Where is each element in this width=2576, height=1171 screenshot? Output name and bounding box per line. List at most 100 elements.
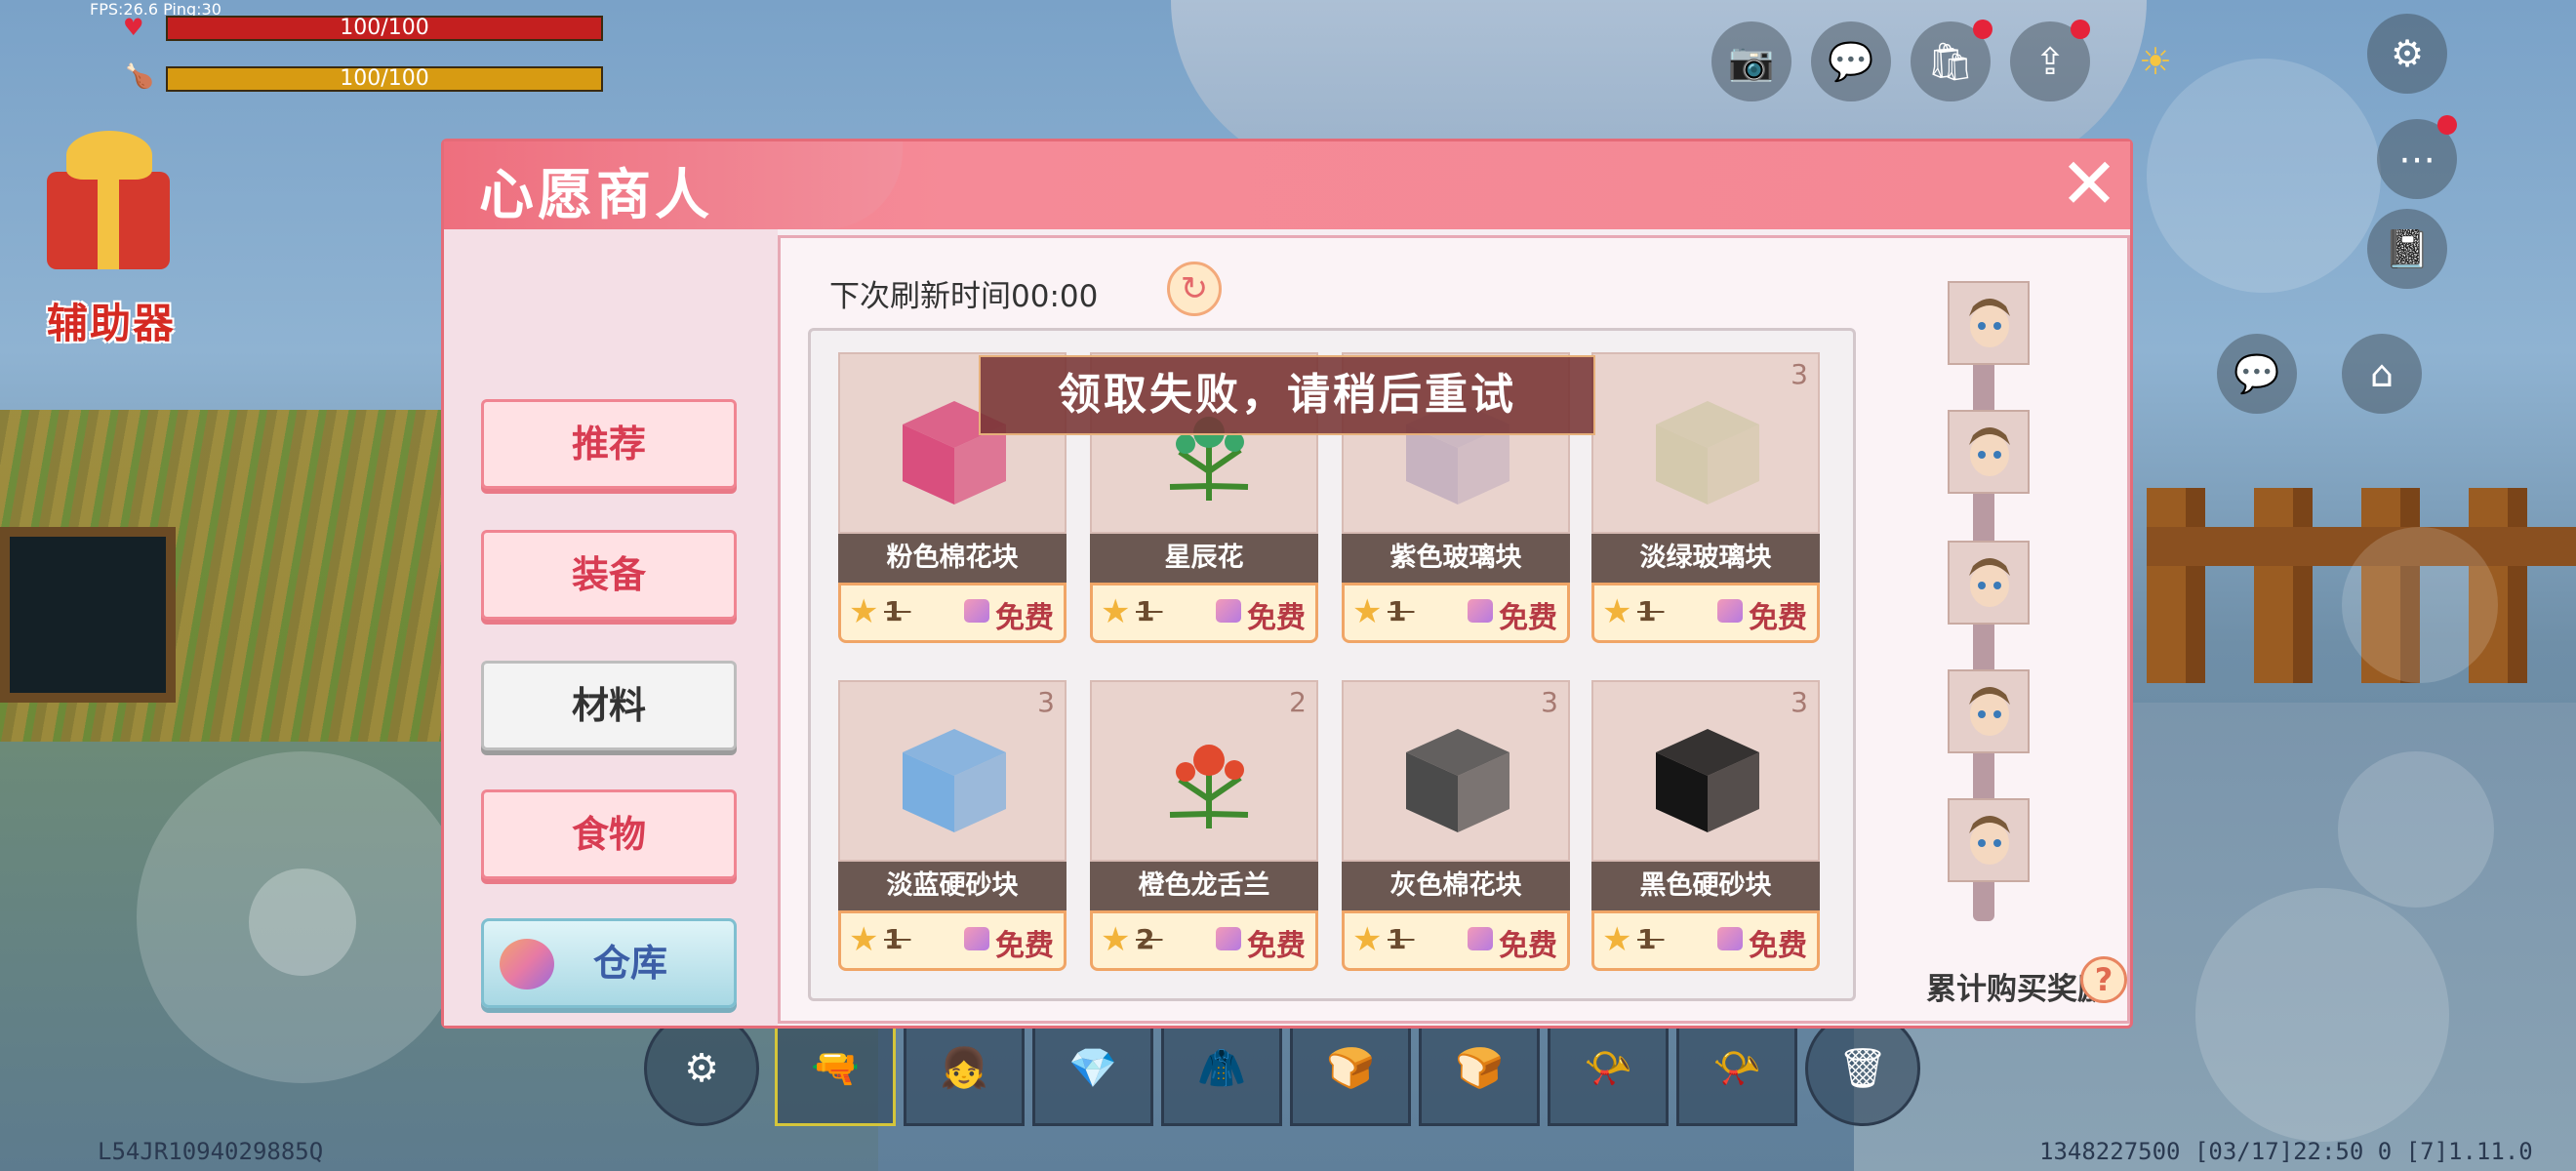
close-icon[interactable]: ✕ xyxy=(2054,148,2124,220)
free-label: 免费 xyxy=(995,601,1054,635)
camera-icon[interactable]: 📷 xyxy=(1711,21,1791,101)
ticket-icon xyxy=(964,599,989,623)
item-image: 3 xyxy=(1342,680,1570,862)
joystick-knob[interactable] xyxy=(249,868,356,976)
item-name: 粉色棉花块 xyxy=(838,534,1067,583)
shop-item-card[interactable]: 3 黑色硬砂块 ★ 1 免费 xyxy=(1591,680,1820,973)
star-icon: ★ xyxy=(849,920,879,959)
ticket-icon xyxy=(964,927,989,950)
block-icon xyxy=(1406,729,1509,832)
item-name: 橙色龙舌兰 xyxy=(1090,862,1318,910)
skull-action-icon[interactable] xyxy=(2338,751,2494,908)
message-icon[interactable]: 💬 xyxy=(2217,334,2297,414)
item-name: 淡蓝硬砂块 xyxy=(838,862,1067,910)
help-icon[interactable]: ? xyxy=(2080,956,2127,1003)
tab-equipment[interactable]: 装备 xyxy=(481,530,737,620)
price-button[interactable]: ★ 1 免费 xyxy=(1591,583,1820,643)
wish-merchant-dialog: 心愿商人 ✕ 推荐 装备 材料 食物 仓库 下次刷新时间00:00 ↻ 粉色棉花… xyxy=(441,139,2133,1029)
tab-recommended[interactable]: 推荐 xyxy=(481,399,737,489)
refresh-icon[interactable]: ↻ xyxy=(1167,262,1222,316)
player-id: L54JR1094029885Q xyxy=(98,1138,324,1165)
price-button[interactable]: ★ 1 免费 xyxy=(1090,583,1318,643)
warehouse-label: 仓库 xyxy=(593,942,668,985)
item-image: 3 xyxy=(1591,352,1820,534)
warehouse-button[interactable]: 仓库 xyxy=(481,918,737,1008)
item-stock-count: 3 xyxy=(1541,686,1558,718)
settings-gear-icon[interactable]: ⚙ xyxy=(2367,14,2447,94)
flower-icon xyxy=(1169,745,1249,828)
price-button[interactable]: ★ 1 免费 xyxy=(1591,910,1820,971)
item-name: 星辰花 xyxy=(1090,534,1318,583)
star-icon: ★ xyxy=(1352,920,1383,959)
original-price: 1 xyxy=(1637,595,1665,627)
notebook-icon[interactable]: 📓 xyxy=(2367,209,2447,289)
original-price: 2 xyxy=(1136,923,1163,955)
character-reward-icon xyxy=(1969,687,2010,736)
character-reward-icon xyxy=(1969,299,2010,347)
original-price: 1 xyxy=(884,595,911,627)
helper-label: 辅助器 xyxy=(47,300,177,347)
ticket-icon xyxy=(1468,927,1493,950)
original-price: 1 xyxy=(1136,595,1163,627)
star-icon: ★ xyxy=(1101,592,1131,631)
pet-icon[interactable] xyxy=(2342,527,2498,683)
reward-node[interactable] xyxy=(1948,281,2030,365)
block-icon xyxy=(1656,401,1759,505)
item-image: 3 xyxy=(1591,680,1820,862)
home-icon[interactable]: ⌂ xyxy=(2342,334,2422,414)
price-button[interactable]: ★ 1 免费 xyxy=(838,910,1067,971)
item-image: 2 xyxy=(1090,680,1318,862)
tab-food[interactable]: 食物 xyxy=(481,789,737,879)
notification-dot xyxy=(2071,20,2090,39)
item-name: 紫色玻璃块 xyxy=(1342,534,1570,583)
dialog-header: 心愿商人 ✕ xyxy=(444,141,2130,229)
price-button[interactable]: ★ 1 免费 xyxy=(838,583,1067,643)
hunger-bar: 100/100 xyxy=(166,66,603,92)
refresh-timer: 下次刷新时间00:00 xyxy=(829,279,1099,314)
gift-bow xyxy=(66,131,152,180)
price-button[interactable]: ★ 1 免费 xyxy=(1342,910,1570,971)
item-name: 淡绿玻璃块 xyxy=(1591,534,1820,583)
notification-dot xyxy=(2437,115,2457,135)
shop-item-card[interactable]: 2 橙色龙舌兰 ★ 2 免费 xyxy=(1090,680,1318,973)
drumstick-icon: 🍗 xyxy=(125,62,154,90)
helper-gift-button[interactable] xyxy=(37,131,183,277)
jump-button-icon[interactable] xyxy=(2195,888,2449,1142)
sign-board xyxy=(0,527,176,703)
shop-item-card[interactable]: 3 淡绿玻璃块 ★ 1 免费 xyxy=(1591,352,1820,645)
shop-item-card[interactable]: 3 淡蓝硬砂块 ★ 1 免费 xyxy=(838,680,1067,973)
tab-materials[interactable]: 材料 xyxy=(481,661,737,750)
reward-node[interactable] xyxy=(1948,798,2030,882)
category-sidebar: 推荐 装备 材料 食物 仓库 xyxy=(444,229,778,1026)
original-price: 1 xyxy=(884,923,911,955)
free-label: 免费 xyxy=(1749,601,1807,635)
free-label: 免费 xyxy=(1749,929,1807,963)
item-image: 3 xyxy=(838,680,1067,862)
free-label: 免费 xyxy=(1247,929,1306,963)
health-bar: 100/100 xyxy=(166,16,603,41)
character-reward-icon xyxy=(1969,816,2010,865)
price-button[interactable]: ★ 1 免费 xyxy=(1342,583,1570,643)
original-price: 1 xyxy=(1388,923,1415,955)
shop-item-card[interactable]: 3 灰色棉花块 ★ 1 免费 xyxy=(1342,680,1570,973)
error-toast: 领取失败，请稍后重试 xyxy=(979,355,1595,435)
reward-node[interactable] xyxy=(1948,541,2030,625)
reward-node[interactable] xyxy=(1948,410,2030,494)
ticket-icon xyxy=(1717,599,1743,623)
ticket-icon xyxy=(1717,927,1743,950)
free-label: 免费 xyxy=(1247,601,1306,635)
ticket-icon xyxy=(1216,927,1241,950)
chat-bubble-icon[interactable]: 💬 xyxy=(1811,21,1891,101)
notification-dot xyxy=(1973,20,1992,39)
item-stock-count: 3 xyxy=(1037,686,1055,718)
minimap[interactable] xyxy=(2147,59,2381,293)
star-icon: ★ xyxy=(1602,920,1632,959)
reward-node[interactable] xyxy=(1948,669,2030,753)
free-label: 免费 xyxy=(995,929,1054,963)
dialog-title: 心愿商人 xyxy=(479,164,713,227)
star-icon: ★ xyxy=(1101,920,1131,959)
price-button[interactable]: ★ 2 免费 xyxy=(1090,910,1318,971)
original-price: 1 xyxy=(1637,923,1665,955)
star-icon: ★ xyxy=(849,592,879,631)
star-icon: ★ xyxy=(1352,592,1383,631)
